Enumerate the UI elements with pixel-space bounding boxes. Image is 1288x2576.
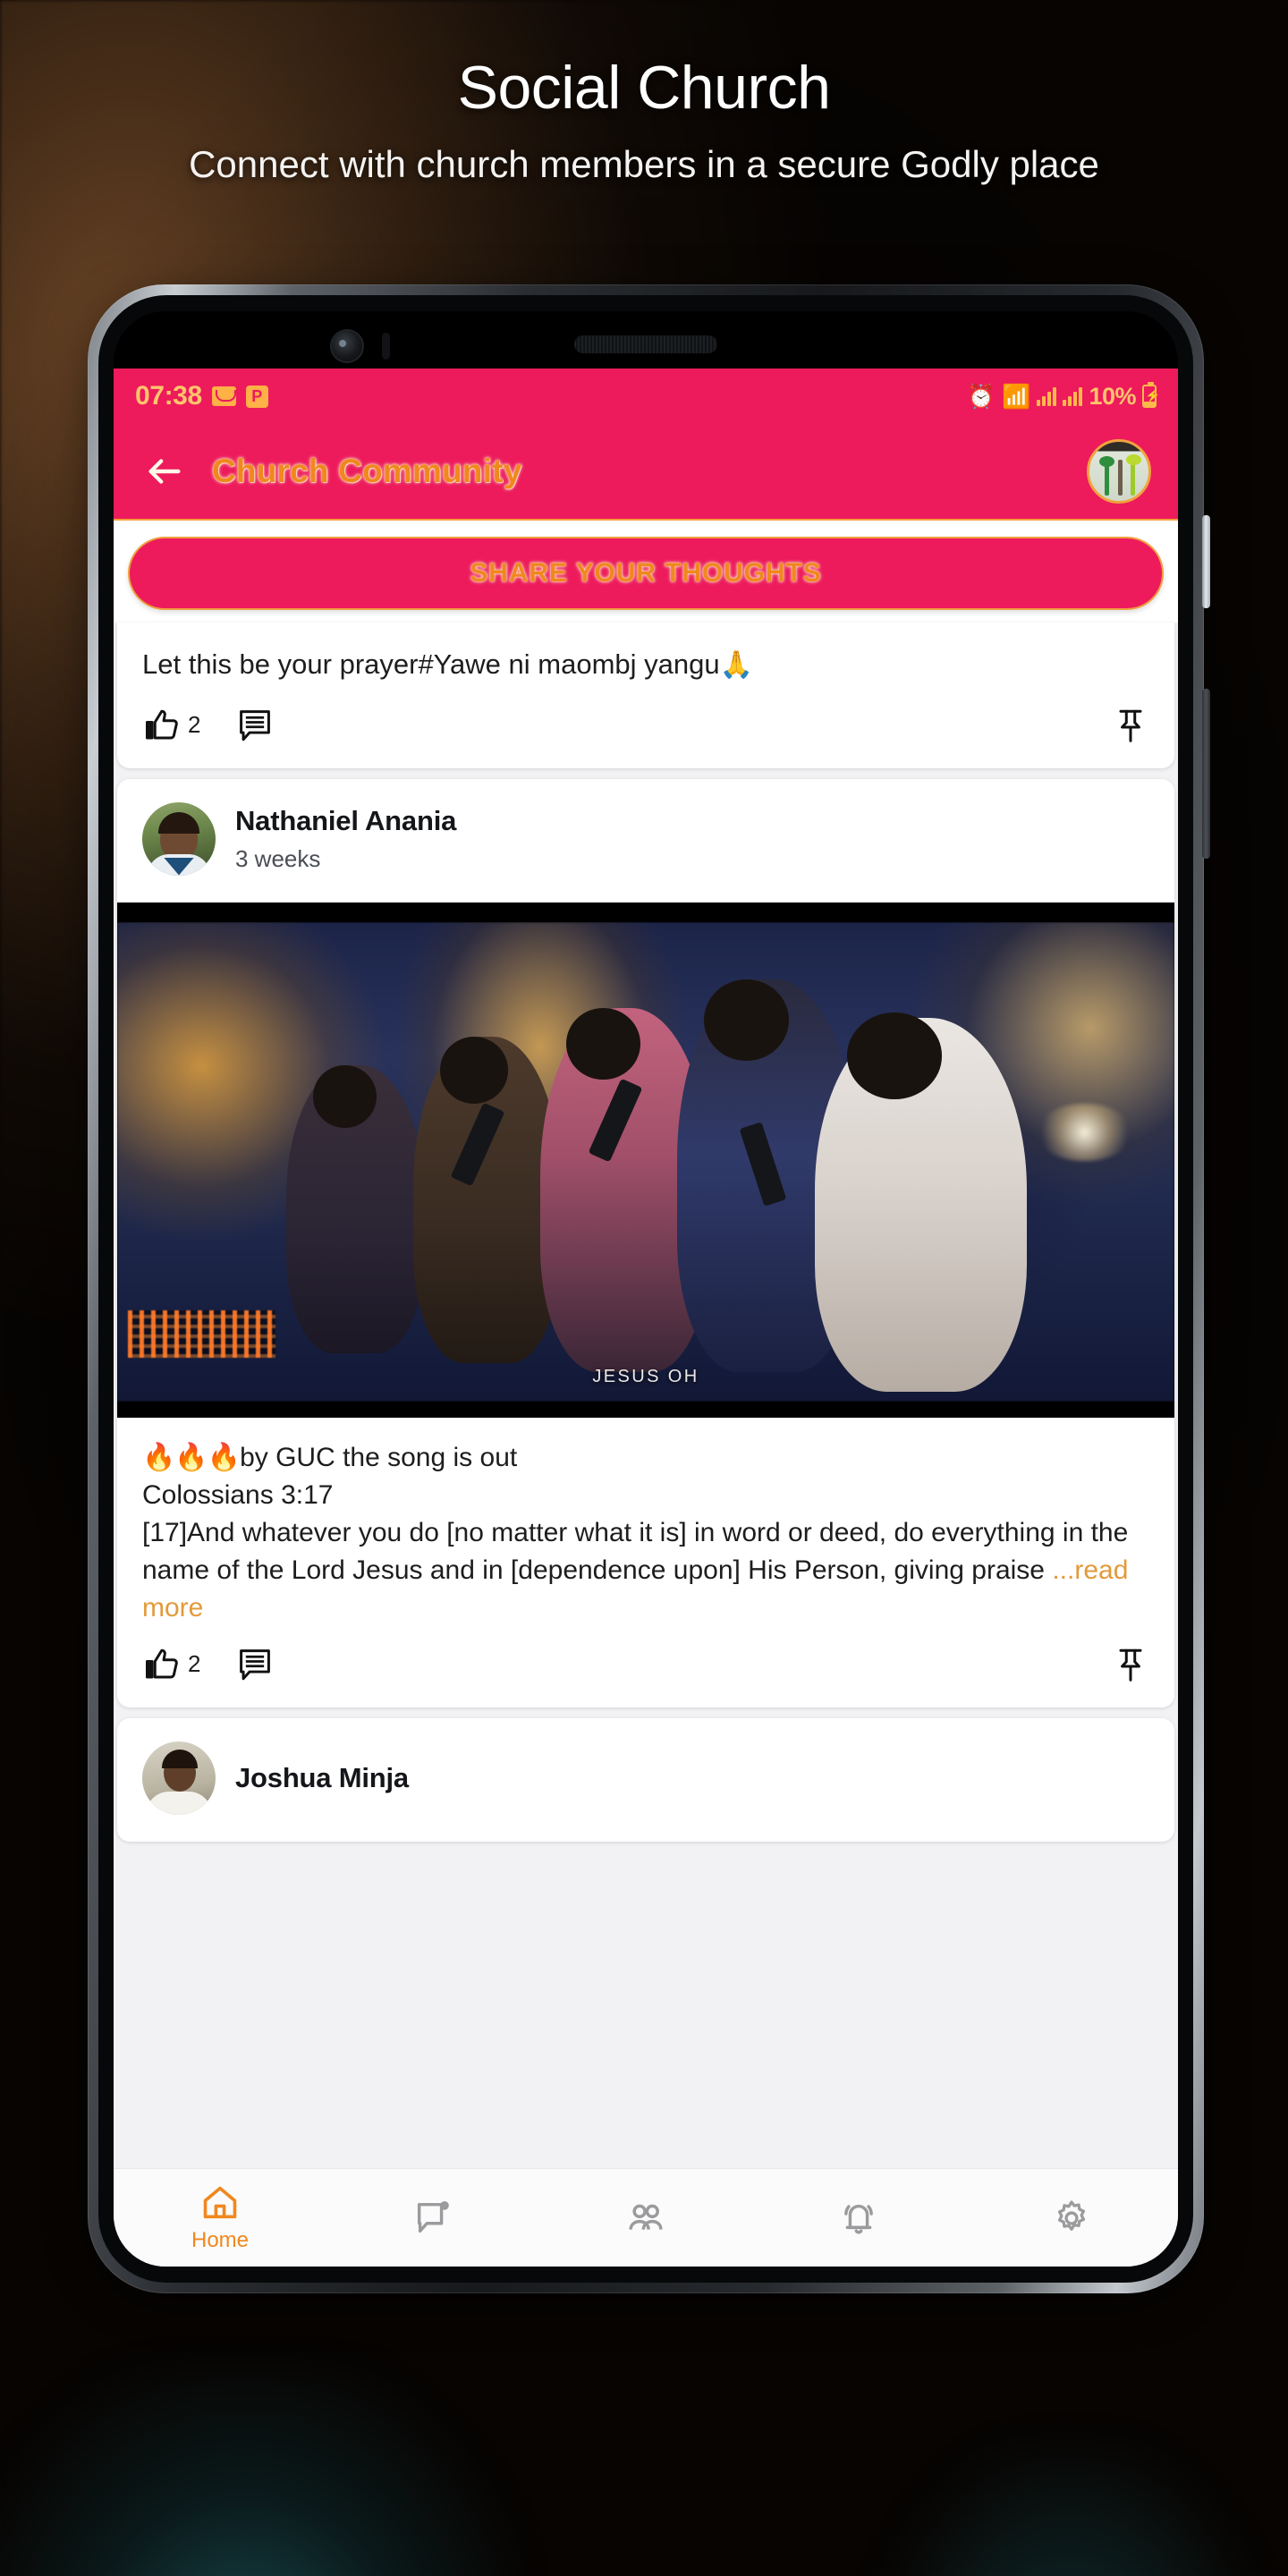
wifi-icon: 📶: [1002, 383, 1031, 410]
page-subtitle: Connect with church members in a secure …: [189, 143, 1099, 186]
nav-item-notifications[interactable]: [752, 2198, 965, 2239]
status-time: 07:38: [135, 381, 202, 411]
gear-icon: [1057, 2199, 1086, 2231]
post-actions: 2: [117, 1631, 1174, 1707]
like-button[interactable]: 2: [144, 1646, 200, 1683]
nav-label-home: Home: [191, 2228, 250, 2252]
post-author-row[interactable]: Joshua Minja: [117, 1718, 1174, 1842]
post-text: 🔥🔥🔥by GUC the song is out Colossians 3:1…: [117, 1418, 1174, 1631]
nav-item-people[interactable]: [539, 2198, 752, 2239]
like-count: 2: [188, 711, 201, 738]
app-viewport: 07:38 P ⏰ 📶 10% ⚡ Church Community SHARE…: [114, 369, 1178, 2267]
status-bar: 07:38 P ⏰ 📶 10%: [114, 369, 1178, 424]
page-title: Social Church: [457, 54, 831, 122]
nav-item-chat[interactable]: [326, 2198, 539, 2239]
post-author-row[interactable]: Nathaniel Anania 3 weeks: [117, 779, 1174, 902]
comment-button[interactable]: [236, 1646, 274, 1683]
post-line-2: Colossians 3:17: [142, 1479, 334, 1510]
post-card: Joshua Minja: [117, 1717, 1174, 1842]
author-name: Nathaniel Anania: [235, 804, 457, 836]
nav-item-settings[interactable]: [965, 2198, 1178, 2239]
profile-avatar[interactable]: [1087, 439, 1151, 504]
post-card: Let this be your prayer#Yawe ni maombj y…: [117, 623, 1174, 768]
chat-bubble-icon: [417, 2200, 449, 2233]
back-arrow-icon[interactable]: [140, 447, 189, 496]
front-camera-icon: [332, 331, 362, 361]
app-bar: Church Community: [114, 424, 1178, 521]
fire-emoji-icon: 🔥🔥🔥: [142, 1442, 241, 1472]
post-text: Let this be your prayer#Yawe ni maombj y…: [117, 623, 1174, 691]
volume-button[interactable]: [1202, 689, 1210, 859]
post-line-1: by GUC the song is out: [240, 1442, 518, 1472]
device-notch-area: [114, 311, 1178, 369]
comment-button[interactable]: [236, 707, 274, 744]
like-count: 2: [188, 1650, 201, 1677]
avatar[interactable]: [142, 801, 216, 876]
author-name: Joshua Minja: [235, 1761, 409, 1793]
battery-charging-icon: [1142, 382, 1160, 408]
post-card: Nathaniel Anania 3 weeks JESUS OH 🔥🔥🔥by …: [117, 778, 1174, 1707]
alarm-icon: ⏰: [966, 383, 996, 410]
like-button[interactable]: 2: [144, 707, 200, 744]
post-video[interactable]: JESUS OH: [117, 902, 1174, 1418]
pin-button[interactable]: [1114, 706, 1148, 745]
feed-scroll-area[interactable]: SHARE YOUR THOUGHTS Let this be your pra…: [114, 521, 1178, 2168]
bottom-navigation: Home: [114, 2168, 1178, 2267]
promo-header: Social Church Connect with church member…: [0, 0, 1288, 189]
post-text-content: Let this be your prayer#Yawe ni maombj y…: [142, 648, 720, 680]
earpiece-speaker: [574, 335, 717, 353]
people-icon: [629, 2204, 663, 2230]
battery-percent: 10%: [1089, 382, 1136, 410]
post-timestamp: 3 weeks: [235, 844, 321, 872]
home-icon: [203, 2186, 237, 2219]
avatar[interactable]: [142, 1741, 216, 1815]
post-line-3: [17]And whatever you do [no matter what …: [142, 1517, 1129, 1585]
envelope-icon: [211, 386, 236, 406]
app-bar-title: Church Community: [212, 453, 522, 489]
post-actions: 2: [117, 691, 1174, 768]
proximity-sensor-icon: [382, 333, 390, 360]
share-your-thoughts-button[interactable]: SHARE YOUR THOUGHTS: [128, 537, 1164, 610]
pray-emoji-icon: 🙏: [719, 650, 753, 680]
signal-2-icon: [1063, 386, 1083, 406]
share-section: SHARE YOUR THOUGHTS: [114, 521, 1178, 623]
signal-1-icon: [1037, 386, 1057, 406]
video-caption: JESUS OH: [592, 1366, 699, 1386]
parking-p-icon: P: [245, 385, 268, 408]
pin-button[interactable]: [1114, 1645, 1148, 1684]
nav-item-home[interactable]: Home: [114, 2182, 326, 2253]
bell-icon: [844, 2204, 873, 2233]
phone-device-mockup: 07:38 P ⏰ 📶 10% ⚡ Church Community SHARE…: [88, 284, 1210, 2299]
phone-screen: 07:38 P ⏰ 📶 10% ⚡ Church Community SHARE…: [114, 311, 1178, 2267]
power-button[interactable]: [1202, 515, 1210, 608]
